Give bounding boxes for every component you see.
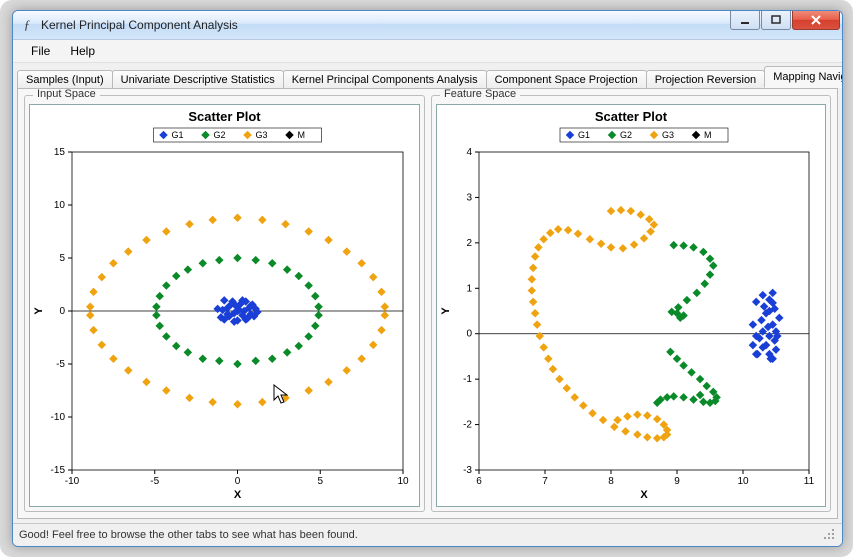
groupbox-title-left: Input Space	[33, 88, 100, 100]
svg-text:5: 5	[317, 476, 323, 487]
svg-text:-15: -15	[51, 465, 66, 476]
svg-text:10: 10	[397, 476, 409, 487]
svg-text:0: 0	[466, 329, 472, 340]
close-button[interactable]	[792, 11, 840, 30]
maximize-button[interactable]	[761, 11, 791, 30]
titlebar[interactable]: ƒ Kernel Principal Component Analysis	[13, 11, 842, 40]
tab-kpca[interactable]: Kernel Principal Components Analysis	[283, 70, 487, 89]
svg-text:8: 8	[608, 476, 614, 487]
tab-samples[interactable]: Samples (Input)	[17, 70, 113, 89]
svg-text:-5: -5	[56, 359, 65, 370]
tab-univariate[interactable]: Univariate Descriptive Statistics	[112, 70, 284, 89]
svg-text:X: X	[640, 489, 648, 501]
chart-input[interactable]: Scatter Plot G1G2G3M-10-50510-15-10-5051…	[29, 104, 420, 507]
svg-text:G1: G1	[578, 130, 590, 140]
chart-title-left: Scatter Plot	[30, 105, 419, 124]
svg-text:0: 0	[59, 306, 65, 317]
status-text: Good! Feel free to browse the other tabs…	[19, 529, 358, 541]
groupbox-feature-space: Feature Space Scatter Plot G1G2G3M678910…	[431, 95, 831, 512]
svg-text:11: 11	[804, 476, 815, 487]
svg-text:-1: -1	[463, 374, 472, 385]
chart-feature[interactable]: Scatter Plot G1 G2 G3 M 6 7 8 9 10 11 -3 -2 -1 0 1 2 3 4 X…	[436, 104, 826, 507]
svg-text:-10: -10	[65, 476, 80, 487]
svg-text:G3: G3	[256, 130, 268, 140]
groupbox-title-right: Feature Space	[440, 88, 520, 100]
svg-text:-5: -5	[150, 476, 159, 487]
app-icon: ƒ	[19, 17, 35, 33]
svg-text:3: 3	[466, 192, 472, 203]
svg-text:5: 5	[59, 253, 65, 264]
tabstrip: Samples (Input) Univariate Descriptive S…	[13, 63, 842, 88]
window-title: Kernel Principal Component Analysis	[41, 18, 238, 32]
tab-content: Input Space Scatter Plot G1G2G3M-10-5051…	[17, 88, 838, 519]
chart-title-right: Scatter Plot	[437, 105, 825, 124]
svg-text:6: 6	[476, 476, 482, 487]
plot-left[interactable]: G1G2G3M-10-50510-15-10-5051015XY	[32, 126, 413, 507]
tab-projection[interactable]: Component Space Projection	[486, 70, 647, 89]
svg-text:-3: -3	[463, 465, 472, 476]
svg-text:Y: Y	[440, 307, 452, 315]
svg-text:-2: -2	[463, 420, 472, 431]
svg-text:Y: Y	[33, 307, 45, 315]
svg-text:G2: G2	[214, 130, 226, 140]
plot-right[interactable]: G1 G2 G3 M 6 7 8 9 10 11 -3 -2 -1 0 1 2 3 4 X Y	[439, 126, 819, 507]
svg-text:G2: G2	[620, 130, 632, 140]
tab-reversion[interactable]: Projection Reversion	[646, 70, 766, 89]
statusbar: Good! Feel free to browse the other tabs…	[13, 523, 842, 546]
svg-text:X: X	[234, 489, 242, 501]
svg-text:2: 2	[466, 238, 472, 249]
resize-grip-icon[interactable]	[822, 527, 836, 544]
svg-text:10: 10	[54, 200, 66, 211]
svg-text:-10: -10	[51, 412, 66, 423]
tab-mapping[interactable]: Mapping Navigation	[764, 66, 843, 88]
minimize-button[interactable]	[730, 11, 760, 30]
svg-text:1: 1	[466, 283, 472, 294]
svg-text:7: 7	[542, 476, 548, 487]
menu-help[interactable]: Help	[60, 42, 105, 60]
svg-text:15: 15	[54, 147, 66, 158]
svg-text:4: 4	[466, 147, 472, 158]
menu-file[interactable]: File	[21, 42, 60, 60]
menubar: File Help	[13, 40, 842, 63]
svg-text:G3: G3	[662, 130, 674, 140]
svg-text:G1: G1	[172, 130, 184, 140]
svg-text:10: 10	[737, 476, 749, 487]
svg-text:M: M	[704, 130, 712, 140]
svg-text:0: 0	[235, 476, 241, 487]
groupbox-input-space: Input Space Scatter Plot G1G2G3M-10-5051…	[24, 95, 425, 512]
app-window: ƒ Kernel Principal Component Analysis Fi…	[12, 10, 843, 547]
svg-text:9: 9	[674, 476, 680, 487]
svg-text:M: M	[298, 130, 306, 140]
